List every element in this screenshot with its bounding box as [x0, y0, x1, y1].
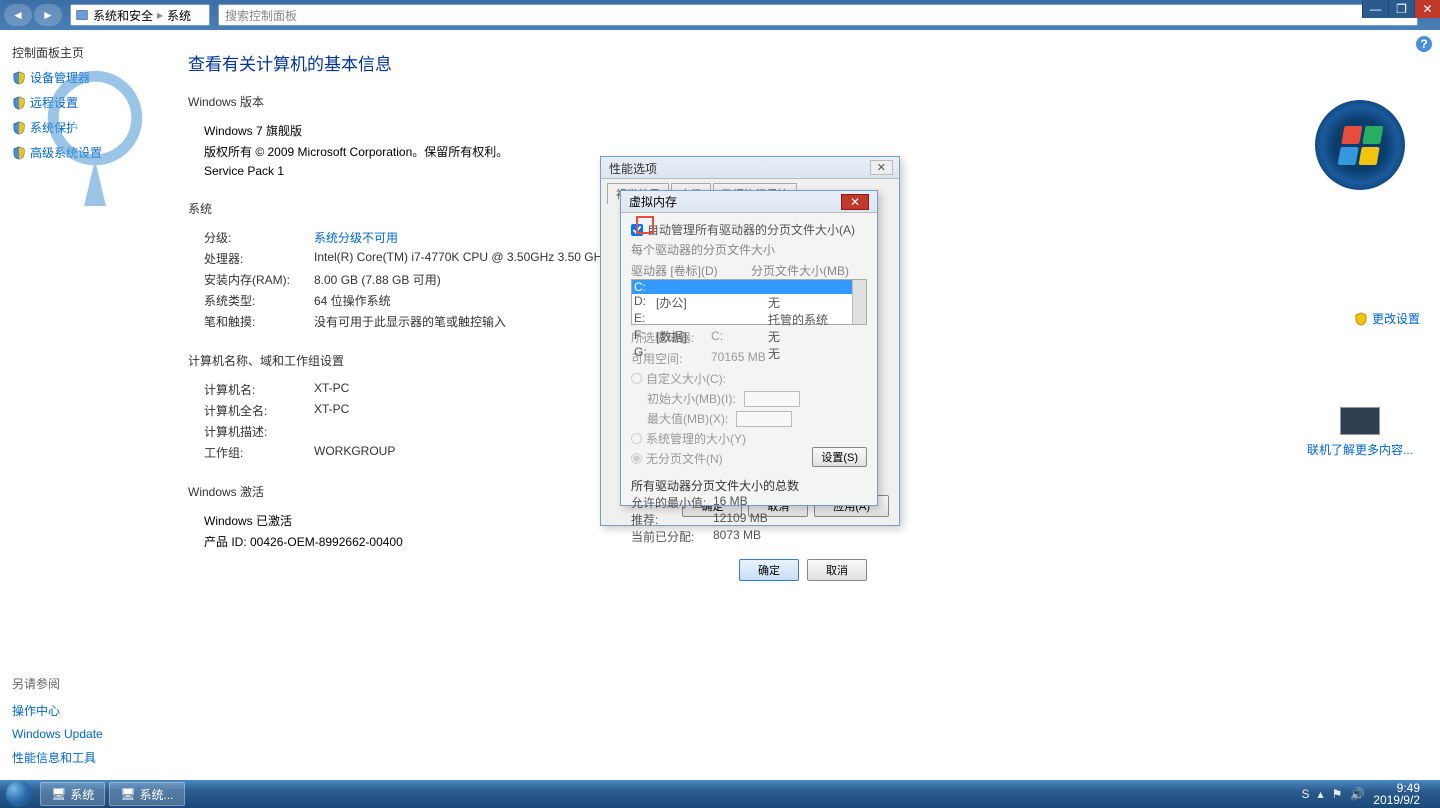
drive-row[interactable]: D:[办公]无 — [632, 294, 866, 311]
set-button[interactable]: 设置(S) — [812, 447, 867, 467]
drive-row[interactable]: E:托管的系统 — [632, 311, 866, 328]
shield-icon — [1354, 312, 1368, 326]
tray-flag-icon[interactable]: ⚑ — [1332, 787, 1343, 801]
page-title: 查看有关计算机的基本信息 — [188, 50, 1412, 75]
system-managed-radio[interactable]: 系统管理的大小(Y) — [631, 430, 867, 447]
drive-row[interactable]: G:无 — [632, 345, 866, 362]
more-online-link[interactable]: 联机了解更多内容... — [1300, 441, 1420, 458]
start-button[interactable] — [0, 780, 38, 808]
breadcrumb-l2[interactable]: 系统 — [167, 7, 191, 24]
tray-show-hidden-icon[interactable]: ▴ — [1318, 787, 1324, 801]
change-settings-link[interactable]: 更改设置 — [1300, 310, 1420, 327]
nav-forward-button[interactable]: ► — [34, 4, 62, 26]
windows-logo — [1315, 100, 1405, 190]
taskbar-item-1[interactable]: 🖥系统... — [109, 782, 184, 806]
custom-size-radio[interactable]: 自定义大小(C): — [631, 370, 867, 387]
no-paging-radio[interactable]: 无分页文件(N) — [631, 450, 812, 467]
window-titlebar: ◄ ► 系统和安全 ▸ 系统 搜索控制面板 — ❐ ✕ — [0, 0, 1440, 30]
vm-ok-button[interactable]: 确定 — [739, 559, 799, 581]
computer-icon: 🖥 — [120, 787, 135, 801]
clock[interactable]: 9:49 2019/9/2 — [1373, 782, 1420, 806]
search-input[interactable]: 搜索控制面板 — [218, 4, 1418, 26]
shield-icon — [12, 121, 26, 135]
perf-dialog-title[interactable]: 性能选项 — [601, 157, 899, 179]
nav-back-button[interactable]: ◄ — [4, 4, 32, 26]
totals-header: 所有驱动器分页文件大小的总数 — [631, 477, 867, 494]
breadcrumb[interactable]: 系统和安全 ▸ 系统 — [70, 4, 210, 26]
tray-volume-icon[interactable]: 🔊 — [1350, 787, 1365, 801]
drive-list[interactable]: C:D:[办公]无E:托管的系统F:[数据]无G:无 — [631, 279, 867, 325]
windows-version-header: Windows 版本 — [188, 93, 1412, 110]
shield-icon — [12, 96, 26, 110]
per-drive-header: 每个驱动器的分页文件大小 — [631, 241, 867, 258]
auto-manage-checkbox[interactable]: 自动管理所有驱动器的分页文件大小(A) — [631, 221, 867, 238]
minimize-button[interactable]: — — [1362, 0, 1388, 18]
vm-close-button[interactable]: ✕ — [841, 194, 869, 210]
search-placeholder: 搜索控制面板 — [225, 7, 297, 24]
see-also-header: 另请参阅 — [12, 675, 103, 692]
close-button[interactable]: ✕ — [1414, 0, 1440, 18]
vm-cancel-button[interactable]: 取消 — [807, 559, 867, 581]
computer-icon: 🖥 — [51, 787, 66, 801]
taskbar: 🖥系统🖥系统... S ▴ ⚑ 🔊 9:49 2019/9/2 — [0, 780, 1440, 808]
shield-icon — [12, 146, 26, 160]
version-line: Windows 7 旗舰版 — [204, 120, 1412, 141]
virtual-memory-dialog: 虚拟内存 ✕ 自动管理所有驱动器的分页文件大小(A) 每个驱动器的分页文件大小 … — [620, 190, 878, 506]
control-panel-icon — [75, 8, 89, 22]
drive-row[interactable]: F:[数据]无 — [632, 328, 866, 345]
tray-sogou-icon[interactable]: S — [1302, 787, 1310, 801]
vm-dialog-title[interactable]: 虚拟内存 — [629, 193, 677, 210]
watermark-logo — [40, 60, 150, 220]
drive-row[interactable]: C: — [632, 280, 866, 294]
max-size-input[interactable] — [736, 411, 792, 427]
highlight-annotation — [636, 216, 654, 234]
perf-close-button[interactable]: ✕ — [870, 160, 893, 175]
maximize-button[interactable]: ❐ — [1388, 0, 1414, 18]
sidebar: 控制面板主页设备管理器远程设置系统保护高级系统设置 另请参阅 操作中心Windo… — [0, 30, 160, 780]
scrollbar[interactable] — [852, 280, 866, 324]
sidebar-bottom-link-2[interactable]: 性能信息和工具 — [12, 745, 103, 770]
genuine-badge — [1340, 407, 1380, 435]
taskbar-item-0[interactable]: 🖥系统 — [40, 782, 105, 806]
breadcrumb-sep: ▸ — [157, 8, 163, 22]
shield-icon — [12, 71, 26, 85]
breadcrumb-l1[interactable]: 系统和安全 — [93, 7, 153, 24]
initial-size-input[interactable] — [744, 391, 800, 407]
sidebar-bottom-link-1[interactable]: Windows Update — [12, 723, 103, 745]
sidebar-bottom-link-0[interactable]: 操作中心 — [12, 698, 103, 723]
